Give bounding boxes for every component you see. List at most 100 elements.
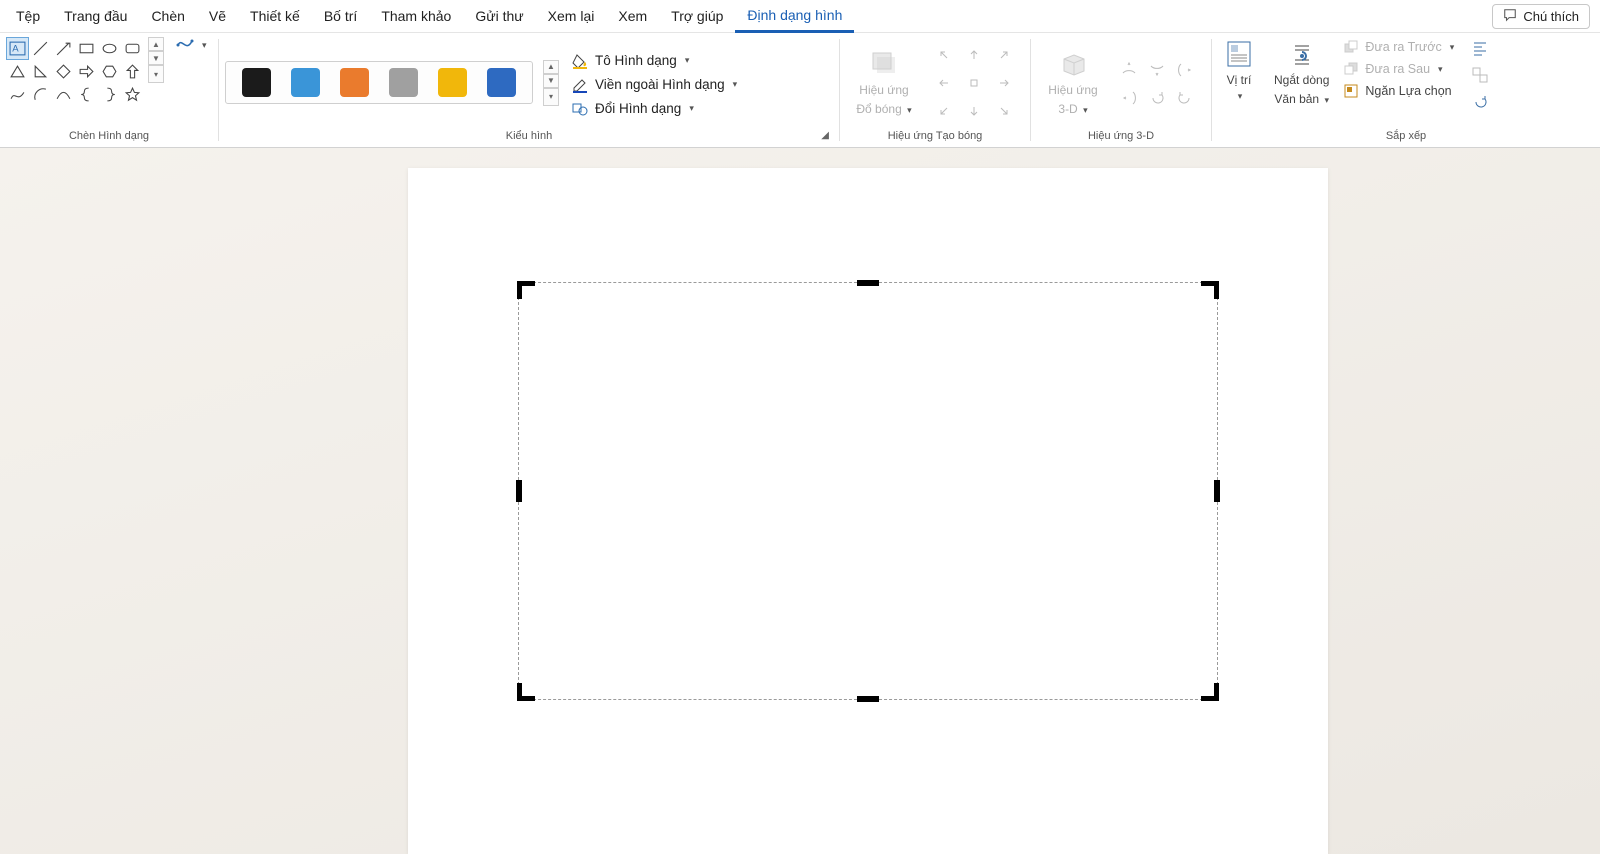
shape-curve-icon[interactable]: [52, 83, 75, 106]
align-dropdown[interactable]: [1468, 37, 1492, 61]
shape-textbox-icon[interactable]: A: [6, 37, 29, 60]
menu-mailings[interactable]: Gửi thư: [463, 0, 535, 33]
nudge-downright-icon[interactable]: [990, 98, 1018, 124]
scroll-more-icon[interactable]: ▾: [148, 65, 164, 83]
shape-freeform-icon[interactable]: [6, 83, 29, 106]
menu-bar: Tệp Trang đầu Chèn Vẽ Thiết kế Bố trí Th…: [0, 0, 1600, 33]
tilt-ccw-icon[interactable]: [1172, 84, 1198, 110]
shadow-label-1: Hiệu ứng: [859, 83, 908, 98]
tilt-down-icon[interactable]: [1144, 56, 1170, 82]
chevron-down-icon: ▾: [689, 103, 694, 114]
dialog-launcher-icon[interactable]: ◢: [821, 130, 829, 141]
shape-outline-dropdown[interactable]: Viền ngoài Hình dạng▾: [571, 77, 737, 93]
menu-home[interactable]: Trang đầu: [52, 0, 139, 33]
shape-arc-icon[interactable]: [29, 83, 52, 106]
scroll-up-icon[interactable]: ▲: [148, 37, 164, 51]
position-dropdown[interactable]: Vị trí▾: [1218, 37, 1260, 105]
shape-star-icon[interactable]: [121, 83, 144, 106]
crop-handle-bl[interactable]: [517, 683, 522, 701]
tilt-left-icon[interactable]: [1116, 84, 1142, 110]
shape-line-icon[interactable]: [29, 37, 52, 60]
swatch-blue[interactable]: [487, 68, 516, 97]
edit-shape-icon: [176, 37, 196, 53]
selection-pane-button[interactable]: Ngăn Lựa chọn: [1343, 83, 1454, 99]
crop-selection-rect[interactable]: [518, 282, 1218, 700]
scroll-more-icon[interactable]: ▾: [543, 88, 559, 106]
shadow-effects-dropdown[interactable]: Hiệu ứng Đổ bóng ▾: [852, 47, 915, 119]
nudge-down-icon[interactable]: [960, 98, 988, 124]
nudge-upleft-icon[interactable]: [930, 42, 958, 68]
send-backward-label: Đưa ra Sau: [1365, 62, 1430, 76]
edit-shape-dropdown[interactable]: ▾: [176, 37, 207, 53]
nudge-up-icon[interactable]: [960, 42, 988, 68]
shape-brace-l-icon[interactable]: [75, 83, 98, 106]
scroll-down-icon[interactable]: ▼: [148, 51, 164, 65]
wrap-text-dropdown[interactable]: Ngắt dòng Văn bản ▾: [1270, 37, 1333, 109]
bring-forward-dropdown[interactable]: Đưa ra Trước▾: [1343, 39, 1454, 55]
crop-handle-br[interactable]: [1214, 683, 1219, 701]
nudge-upright-icon[interactable]: [990, 42, 1018, 68]
menu-file[interactable]: Tệp: [4, 0, 52, 33]
shape-rtriangle-icon[interactable]: [29, 60, 52, 83]
shape-arrow-up-icon[interactable]: [121, 60, 144, 83]
swatch-lightblue[interactable]: [291, 68, 320, 97]
menu-draw[interactable]: Vẽ: [197, 0, 238, 33]
tilt-right-icon[interactable]: [1172, 56, 1198, 82]
shape-brace-r-icon[interactable]: [98, 83, 121, 106]
swatch-orange[interactable]: [340, 68, 369, 97]
shape-triangle-icon[interactable]: [6, 60, 29, 83]
shape-rrect-icon[interactable]: [121, 37, 144, 60]
chevron-down-icon: ▾: [202, 40, 207, 51]
tilt-cw-icon[interactable]: [1144, 84, 1170, 110]
group-arrange: Vị trí▾ Ngắt dòng Văn bản ▾ Đưa ra Trước…: [1212, 33, 1600, 147]
group-3d: Hiệu ứng 3-D ▾ Hiệu ứng 3-D: [1031, 33, 1211, 147]
nudge-left-icon[interactable]: [930, 70, 958, 96]
nudge-right-icon[interactable]: [990, 70, 1018, 96]
group-shape-styles: ▲ ▼ ▾ Tô Hình dạng ▾ Viền ngoài Hình dạng…: [219, 33, 839, 147]
menu-help[interactable]: Trợ giúp: [659, 0, 735, 33]
menu-picture-format[interactable]: Định dạng hình: [735, 0, 854, 33]
nudge-center-icon[interactable]: [960, 70, 988, 96]
rotate-dropdown[interactable]: [1468, 89, 1492, 113]
3d-effects-dropdown[interactable]: Hiệu ứng 3-D ▾: [1044, 47, 1101, 119]
nudge-downleft-icon[interactable]: [930, 98, 958, 124]
menu-layout[interactable]: Bố trí: [312, 0, 369, 33]
shape-hexagon-icon[interactable]: [98, 60, 121, 83]
menu-review[interactable]: Xem lại: [536, 0, 607, 33]
selection-pane-label: Ngăn Lựa chọn: [1365, 84, 1451, 98]
shape-arrow-right-icon[interactable]: [75, 60, 98, 83]
chevron-down-icon: ▾: [685, 55, 690, 66]
comments-label: Chú thích: [1523, 9, 1579, 24]
swatch-gray[interactable]: [389, 68, 418, 97]
group-dropdown[interactable]: [1468, 63, 1492, 87]
crop-handle-tl[interactable]: [517, 281, 522, 299]
shape-rect-icon[interactable]: [75, 37, 98, 60]
position-label: Vị trí: [1227, 73, 1252, 87]
crop-handle-left[interactable]: [516, 480, 522, 502]
menu-references[interactable]: Tham khảo: [369, 0, 463, 33]
shape-fill-dropdown[interactable]: Tô Hình dạng ▾: [571, 53, 737, 69]
scroll-up-icon[interactable]: ▲: [543, 60, 559, 74]
3d-label-2: 3-D: [1058, 102, 1077, 116]
change-shape-dropdown[interactable]: Đổi Hình dạng▾: [571, 101, 737, 117]
crop-handle-tr[interactable]: [1214, 281, 1219, 299]
shape-fill-label: Tô Hình dạng: [595, 53, 677, 68]
align-icon: [1471, 40, 1489, 58]
shape-diamond-icon[interactable]: [52, 60, 75, 83]
crop-handle-top[interactable]: [857, 280, 879, 286]
swatch-black[interactable]: [242, 68, 271, 97]
comments-button[interactable]: Chú thích: [1492, 4, 1590, 29]
shape-gallery[interactable]: A: [6, 37, 144, 106]
change-shape-icon: [571, 101, 589, 117]
shape-ellipse-icon[interactable]: [98, 37, 121, 60]
swatch-yellow[interactable]: [438, 68, 467, 97]
tilt-up-icon[interactable]: [1116, 56, 1142, 82]
crop-handle-right[interactable]: [1214, 480, 1220, 502]
menu-view[interactable]: Xem: [606, 0, 659, 33]
shape-arrow-line-icon[interactable]: [52, 37, 75, 60]
crop-handle-bottom[interactable]: [857, 696, 879, 702]
menu-insert[interactable]: Chèn: [139, 0, 196, 33]
scroll-down-icon[interactable]: ▼: [543, 74, 559, 88]
menu-design[interactable]: Thiết kế: [238, 0, 312, 33]
send-backward-dropdown[interactable]: Đưa ra Sau▾: [1343, 61, 1454, 77]
